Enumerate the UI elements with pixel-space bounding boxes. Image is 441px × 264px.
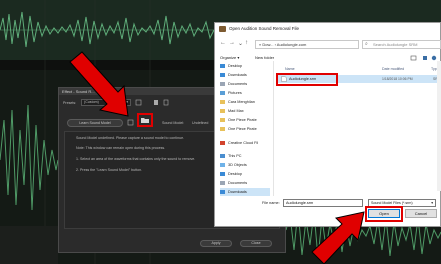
annotation-arrows [69, 51, 365, 264]
arrow-icon [311, 211, 365, 264]
arrow-icon [69, 51, 129, 117]
